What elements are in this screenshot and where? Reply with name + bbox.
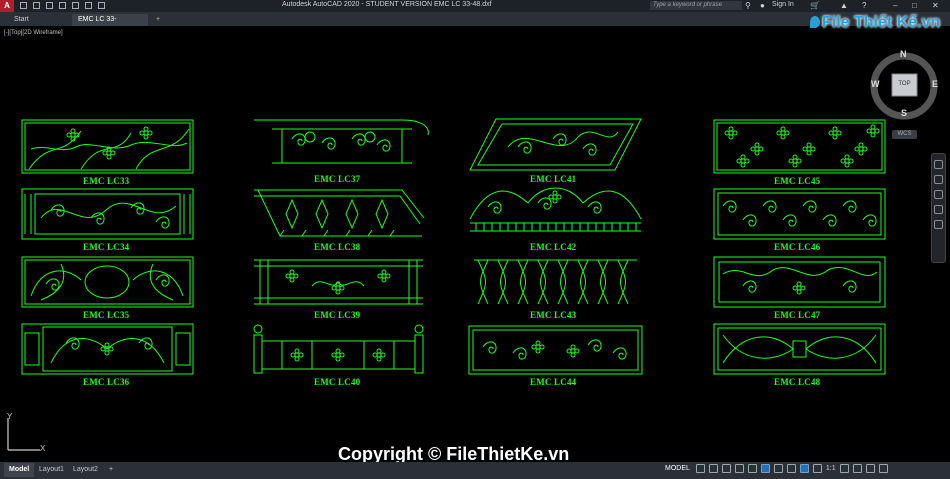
plot-icon[interactable] — [72, 2, 79, 9]
save-as-icon[interactable] — [59, 2, 66, 9]
pan-icon[interactable] — [934, 175, 943, 184]
railing-panel-lc46[interactable] — [713, 188, 886, 240]
panel-label: EMC LC46 — [774, 242, 821, 252]
close-icon[interactable]: ✕ — [932, 1, 939, 10]
isolate-objects-icon[interactable] — [865, 464, 875, 473]
panel-label: EMC LC35 — [83, 310, 130, 320]
redo-icon[interactable] — [98, 2, 105, 9]
add-layout-button[interactable]: + — [104, 463, 118, 477]
ucs-icon: Y X — [4, 412, 48, 461]
railing-panel-lc37[interactable] — [252, 117, 432, 172]
full-navigation-wheel-icon[interactable] — [934, 160, 943, 169]
customization-menu-icon[interactable] — [878, 464, 888, 473]
compass-east[interactable]: E — [932, 79, 938, 89]
railing-panel-lc33[interactable] — [21, 119, 194, 174]
tab-start[interactable]: Start — [8, 14, 68, 26]
railing-panel-lc44[interactable] — [468, 325, 643, 375]
watermark-logo: File Thiết Kế.vn — [810, 14, 940, 32]
viewport-controls[interactable]: [-][Top][2D Wireframe] — [4, 30, 63, 36]
railing-panel-lc39[interactable] — [252, 256, 425, 308]
snap-icon[interactable] — [708, 464, 718, 473]
railing-panel-lc43[interactable] — [468, 256, 643, 308]
search-icon[interactable]: ⚲ — [745, 1, 751, 10]
tab-model[interactable]: Model — [4, 463, 35, 477]
panel-label: EMC LC45 — [774, 176, 821, 186]
polar-icon[interactable] — [734, 464, 744, 473]
save-icon[interactable] — [46, 2, 53, 9]
panel-label: EMC LC38 — [314, 242, 361, 252]
panel-label: EMC LC36 — [83, 377, 130, 387]
viewcube[interactable]: TOP N S E W — [866, 48, 942, 130]
railing-panel-lc35[interactable] — [21, 256, 194, 308]
object-snap-icon[interactable] — [773, 464, 783, 473]
undo-icon[interactable] — [85, 2, 92, 9]
railing-panel-lc48[interactable] — [713, 323, 886, 375]
annotation-monitor-icon[interactable] — [852, 464, 862, 473]
tab-drawing[interactable]: EMC LC 33-48.dxf*✕ — [72, 14, 148, 35]
railing-panel-lc47[interactable] — [713, 256, 886, 308]
search-input[interactable]: Type a keyword or phrase — [650, 1, 742, 10]
panel-label: EMC LC34 — [83, 242, 130, 252]
window-title: Autodesk AutoCAD 2020 - STUDENT VERSION … — [282, 1, 492, 8]
showmotion-icon[interactable] — [934, 220, 943, 229]
new-tab-button[interactable]: + — [150, 14, 166, 26]
compass-south[interactable]: S — [901, 108, 907, 118]
panel-label: EMC LC44 — [530, 377, 577, 387]
ortho-icon[interactable] — [721, 464, 731, 473]
railing-panel-lc42[interactable] — [468, 183, 643, 240]
compass-north[interactable]: N — [900, 49, 907, 59]
compass-west[interactable]: W — [871, 79, 880, 89]
railing-panel-lc38[interactable] — [252, 188, 425, 240]
isodraft-icon[interactable] — [747, 464, 757, 473]
auto-scale-icon[interactable] — [812, 464, 822, 473]
panel-label: EMC LC42 — [530, 242, 577, 252]
cart-icon[interactable]: 🛒 — [810, 1, 820, 10]
panel-label: EMC LC37 — [314, 174, 361, 184]
ucs-x-label: X — [40, 444, 46, 453]
status-bar: Model Layout1 Layout2 + MODEL 1:1 — [0, 462, 950, 479]
new-icon[interactable] — [20, 2, 27, 9]
railing-panel-lc34[interactable] — [21, 188, 194, 240]
panel-label: EMC LC33 — [83, 176, 130, 186]
railing-panel-lc36[interactable] — [21, 323, 194, 375]
zoom-icon[interactable] — [934, 190, 943, 199]
panel-label: EMC LC39 — [314, 310, 361, 320]
railing-panel-lc40[interactable] — [252, 323, 425, 375]
minimize-icon[interactable]: – — [893, 1, 897, 10]
annotation-visibility-icon[interactable] — [799, 464, 809, 473]
sign-in-link[interactable]: Sign In — [772, 1, 794, 8]
ucs-y-label: Y — [7, 412, 13, 421]
quick-access-toolbar — [20, 2, 105, 9]
tab-layout1[interactable]: Layout1 — [34, 463, 69, 477]
lineweight-icon[interactable] — [786, 464, 796, 473]
panel-label: EMC LC40 — [314, 377, 361, 387]
orbit-icon[interactable] — [934, 205, 943, 214]
file-tab-bar: Start EMC LC 33-48.dxf*✕ + — [0, 12, 950, 35]
watermark-logo-text: File Thiết Kế.vn — [822, 14, 941, 31]
open-icon[interactable] — [33, 2, 40, 9]
wcs-menu[interactable]: WCS — [892, 130, 917, 139]
annotation-scale[interactable]: 1:1 — [826, 465, 836, 472]
help-icon[interactable]: ? — [862, 1, 866, 10]
grid-icon[interactable] — [695, 464, 705, 473]
title-bar: A Autodesk AutoCAD 2020 - STUDENT VERSIO… — [0, 0, 950, 12]
tab-label: Start — [14, 16, 29, 23]
panel-label: EMC LC47 — [774, 310, 821, 320]
panel-label: EMC LC48 — [774, 377, 821, 387]
status-toggles: MODEL 1:1 — [663, 464, 888, 473]
viewcube-top-face[interactable]: TOP — [892, 81, 917, 87]
autocad-logo[interactable]: A — [0, 0, 14, 12]
logo-drop-icon — [810, 16, 820, 28]
exchange-icon[interactable]: ▲ — [840, 1, 848, 10]
tab-layout2[interactable]: Layout2 — [68, 463, 103, 477]
workspace-gear-icon[interactable] — [839, 464, 849, 473]
model-space-toggle[interactable]: MODEL — [663, 465, 692, 472]
user-icon[interactable]: ● — [760, 1, 765, 10]
railing-panel-lc45[interactable] — [713, 119, 886, 174]
object-snap-tracking-icon[interactable] — [760, 464, 770, 473]
railing-panel-lc41[interactable] — [468, 117, 643, 172]
navigation-bar — [931, 153, 946, 263]
panel-label: EMC LC43 — [530, 310, 577, 320]
maximize-icon[interactable]: □ — [912, 1, 917, 10]
